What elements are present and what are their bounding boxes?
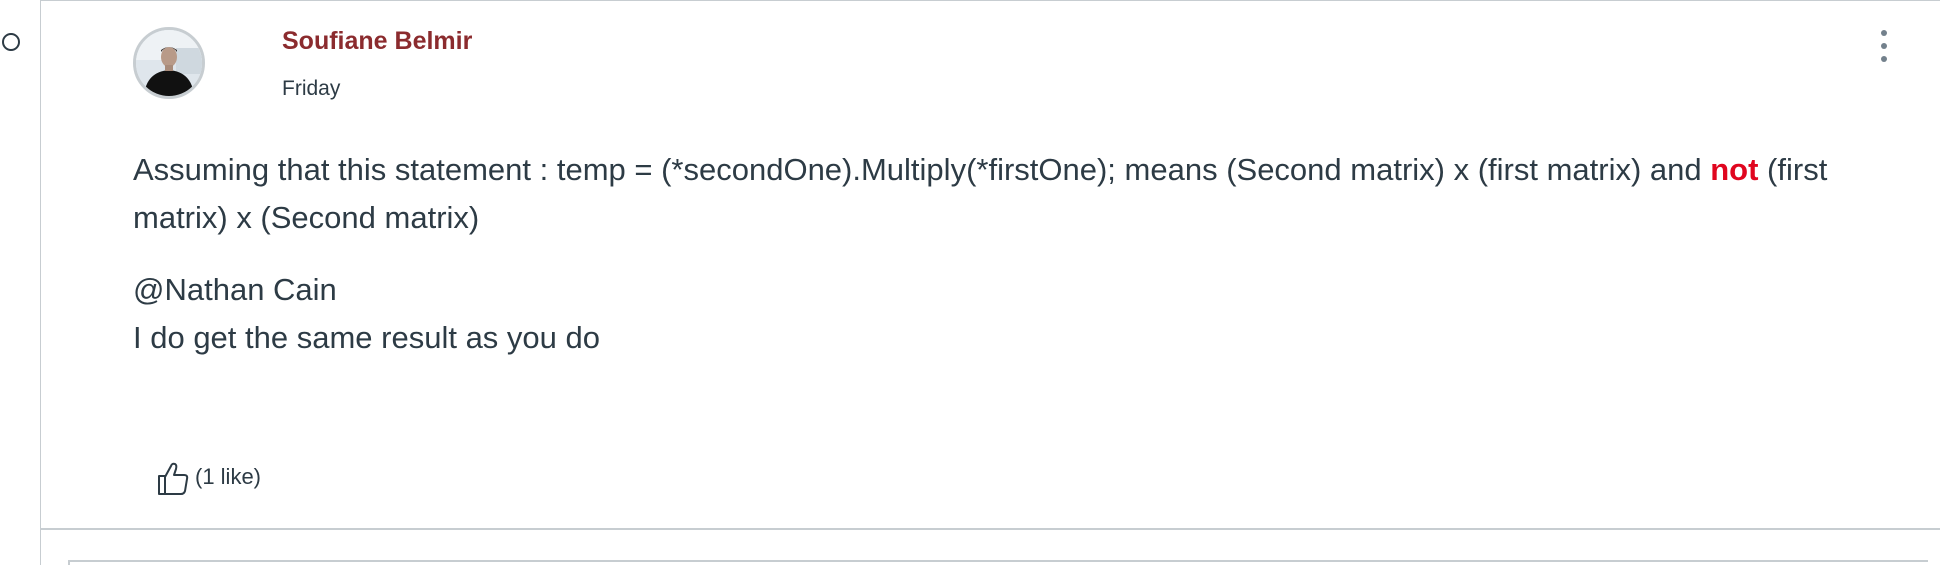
mention[interactable]: @Nathan Cain <box>133 266 1873 314</box>
next-entry <box>68 560 1928 565</box>
message-paragraph-2: I do get the same result as you do <box>133 320 600 355</box>
avatar[interactable] <box>133 27 205 99</box>
kebab-menu-icon[interactable] <box>1872 28 1896 64</box>
like-button[interactable]: (1 like) <box>157 462 261 496</box>
author-name-link[interactable]: Soufiane Belmir <box>282 27 472 56</box>
unread-circle-icon[interactable] <box>2 33 20 51</box>
thumbs-up-icon <box>158 462 189 495</box>
avatar-photo <box>136 30 202 96</box>
emphasis-text: not <box>1710 152 1759 187</box>
message-paragraph-1: Assuming that this statement : temp = (*… <box>133 146 1873 242</box>
message-body: Assuming that this statement : temp = (*… <box>133 146 1873 362</box>
discussion-page: Soufiane Belmir Friday Assuming that thi… <box>0 0 1940 565</box>
divider <box>40 528 1940 530</box>
post-date: Friday <box>282 77 341 100</box>
message-text: Assuming that this statement : temp = (*… <box>133 152 1711 187</box>
like-count: (1 like) <box>195 464 262 489</box>
